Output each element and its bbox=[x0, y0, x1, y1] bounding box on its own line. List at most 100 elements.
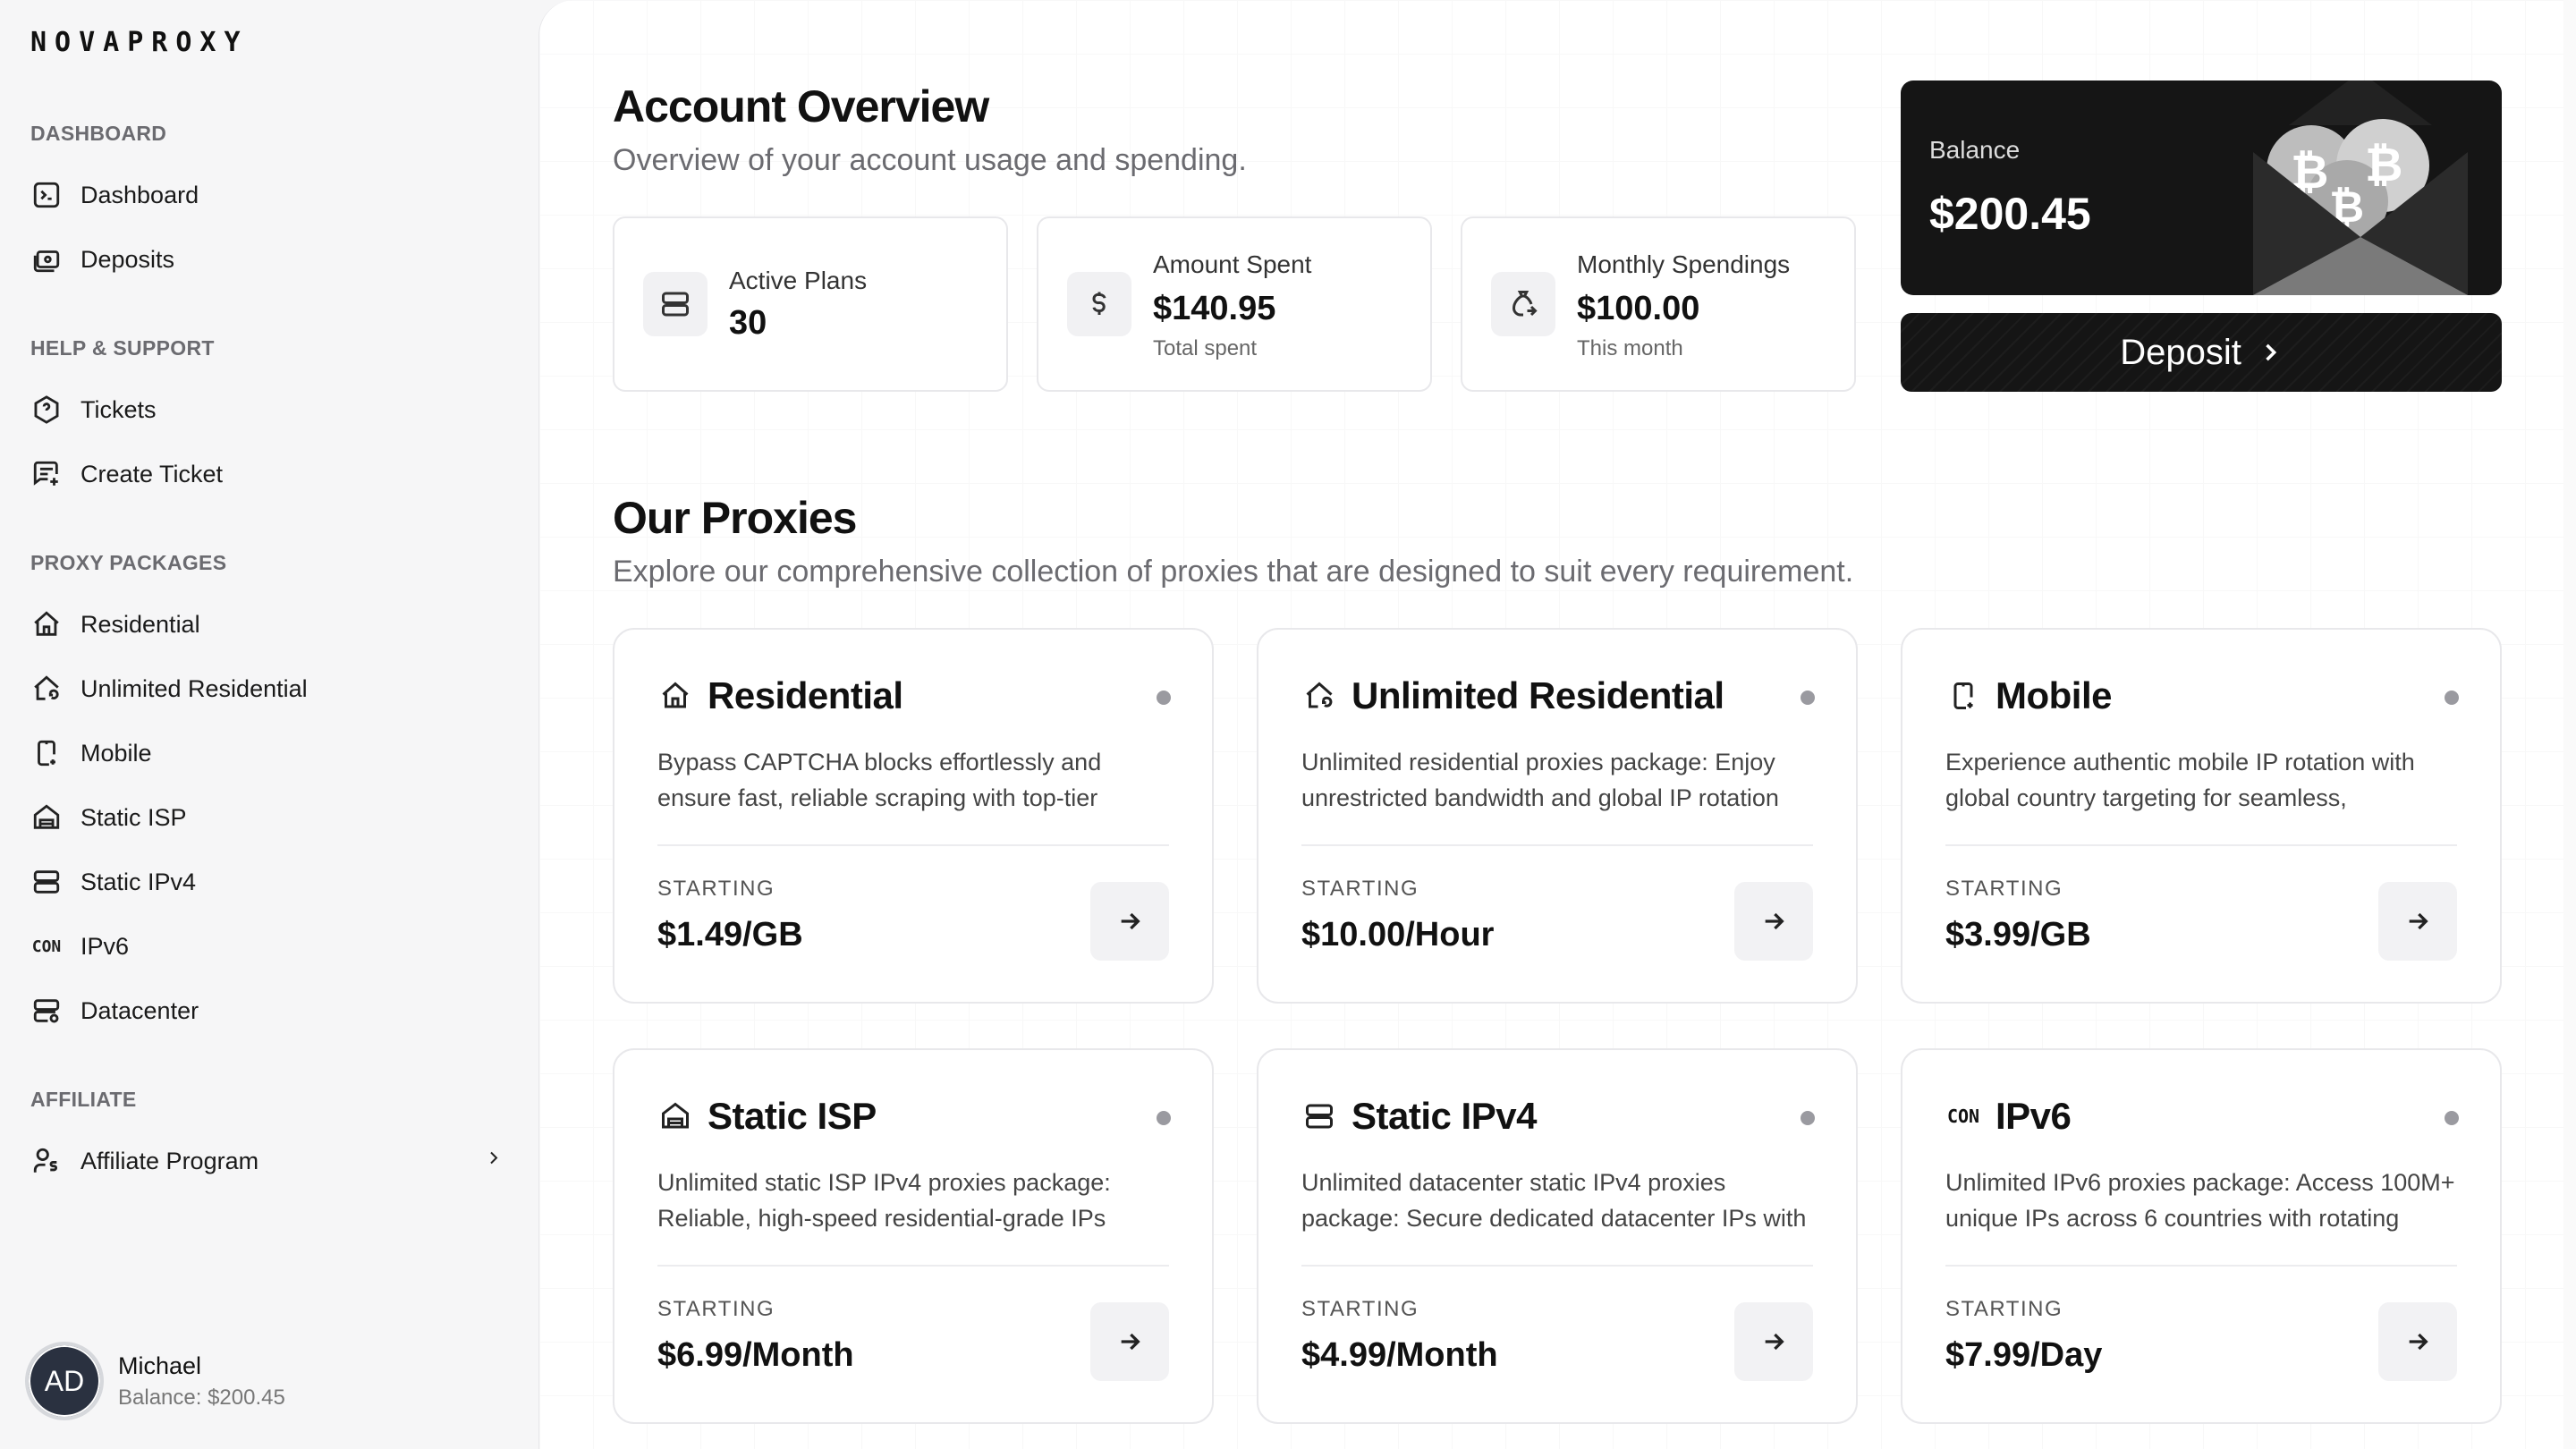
sidebar-item-unlimited-residential[interactable]: Unlimited Residential bbox=[30, 665, 513, 712]
sidebar-item-static-isp[interactable]: Static ISP bbox=[30, 794, 513, 841]
open-card-button[interactable] bbox=[2378, 1302, 2457, 1381]
sidebar-item-dashboard[interactable]: Dashboard bbox=[30, 172, 513, 218]
card-title: Mobile bbox=[1996, 674, 2113, 716]
building-icon bbox=[657, 1098, 693, 1134]
proxies-title: Our Proxies bbox=[613, 493, 857, 543]
svg-text:₿: ₿ bbox=[2365, 139, 2402, 192]
divider bbox=[657, 844, 1169, 846]
sidebar-item-residential[interactable]: Residential bbox=[30, 601, 513, 648]
status-dot bbox=[1801, 1111, 1815, 1125]
stat-label: Amount Spent bbox=[1153, 250, 1312, 278]
proxies-subtitle: Explore our comprehensive collection of … bbox=[613, 555, 1854, 589]
open-card-button[interactable] bbox=[1090, 882, 1169, 961]
proxy-card-static-ipv4[interactable]: Static IPv4 Unlimited datacenter static … bbox=[1257, 1048, 1858, 1424]
avatar[interactable]: AD bbox=[25, 1342, 104, 1420]
card-title: IPv6 bbox=[1996, 1095, 2072, 1137]
open-card-button[interactable] bbox=[2378, 882, 2457, 961]
sidebar-item-label: Unlimited Residential bbox=[80, 674, 308, 702]
mobile-icon bbox=[1945, 678, 1981, 714]
message-plus-icon bbox=[30, 458, 63, 490]
stat-label: Active Plans bbox=[729, 267, 868, 294]
stat-card-active-plans: Active Plans 30 bbox=[613, 216, 1008, 392]
arrow-right-icon bbox=[1765, 912, 1784, 930]
stat-card-monthly-spendings: Monthly Spendings $100.00 This month bbox=[1461, 216, 1856, 392]
user-profile[interactable]: AD Michael Balance: $200.45 bbox=[25, 1342, 285, 1420]
starting-label: STARTING bbox=[1301, 877, 1419, 901]
open-card-button[interactable] bbox=[1734, 1302, 1813, 1381]
server-icon bbox=[30, 866, 63, 898]
sidebar-item-create-ticket[interactable]: Create Ticket bbox=[30, 451, 513, 497]
deposit-button[interactable]: Deposit bbox=[1901, 313, 2502, 392]
chevron-right-icon[interactable] bbox=[483, 1148, 504, 1175]
divider bbox=[1945, 844, 2457, 846]
sidebar-item-label: Mobile bbox=[80, 739, 152, 767]
brand-logo[interactable]: NOVAPROXY bbox=[30, 27, 249, 58]
open-card-button[interactable] bbox=[1090, 1302, 1169, 1381]
user-dollar-icon bbox=[30, 1145, 63, 1177]
user-name: Michael bbox=[118, 1352, 202, 1379]
home-icon bbox=[30, 608, 63, 640]
stat-value: $140.95 bbox=[1153, 290, 1276, 327]
sidebar-item-datacenter[interactable]: Datacenter bbox=[30, 987, 513, 1034]
divider bbox=[1301, 844, 1813, 846]
help-icon bbox=[30, 394, 63, 426]
card-price: $3.99/GB bbox=[1945, 916, 2091, 953]
starting-label: STARTING bbox=[1301, 1297, 1419, 1321]
sidebar-item-label: Static ISP bbox=[80, 803, 187, 831]
page-subtitle: Overview of your account usage and spend… bbox=[613, 143, 1247, 177]
divider bbox=[657, 1265, 1169, 1267]
bitcoin-envelope-illustration: ₿ ₿ ₿ bbox=[2253, 80, 2468, 295]
page-title: Account Overview bbox=[613, 81, 989, 131]
status-dot bbox=[2445, 691, 2459, 705]
proxy-card-residential[interactable]: Residential Bypass CAPTCHA blocks effort… bbox=[613, 628, 1214, 1004]
starting-label: STARTING bbox=[657, 1297, 775, 1321]
stat-note: This month bbox=[1577, 336, 1683, 360]
app: NOVAPROXY DASHBOARD Dashboard Deposits H… bbox=[0, 0, 2576, 1449]
sidebar-item-label: Create Ticket bbox=[80, 460, 224, 487]
proxy-card-mobile[interactable]: Mobile Experience authentic mobile IP ro… bbox=[1901, 628, 2502, 1004]
sidebar-item-tickets[interactable]: Tickets bbox=[30, 386, 513, 433]
section-title-affiliate: AFFILIATE bbox=[30, 1088, 137, 1111]
wallet-icon bbox=[30, 243, 63, 275]
balance-card: Balance $200.45 ₿ ₿ ₿ bbox=[1901, 80, 2502, 295]
terminal-icon bbox=[30, 179, 63, 211]
stat-value: $100.00 bbox=[1577, 290, 1700, 327]
card-price: $6.99/Month bbox=[657, 1336, 854, 1374]
sidebar-item-mobile[interactable]: Mobile bbox=[30, 730, 513, 776]
card-description: Unlimited IPv6 proxies package: Access 1… bbox=[1945, 1169, 2455, 1232]
money-bag-icon bbox=[1491, 272, 1555, 336]
stat-value: 30 bbox=[729, 304, 767, 342]
deposit-button-label: Deposit bbox=[2120, 332, 2241, 372]
scrollbar[interactable] bbox=[2563, 0, 2576, 1449]
stat-label: Monthly Spendings bbox=[1577, 250, 1791, 278]
section-title-help: HELP & SUPPORT bbox=[30, 336, 215, 360]
sidebar-item-deposits[interactable]: Deposits bbox=[30, 236, 513, 283]
proxy-card-unlimited-residential[interactable]: Unlimited Residential Unlimited resident… bbox=[1257, 628, 1858, 1004]
mobile-icon bbox=[30, 737, 63, 769]
sidebar-item-label: Static IPv4 bbox=[80, 868, 197, 895]
home-refresh-icon bbox=[1301, 678, 1337, 714]
section-title-proxy-packages: PROXY PACKAGES bbox=[30, 551, 227, 574]
proxy-card-static-isp[interactable]: Static ISP Unlimited static ISP IPv4 pro… bbox=[613, 1048, 1214, 1424]
status-dot bbox=[1157, 1111, 1171, 1125]
card-price: $4.99/Month bbox=[1301, 1336, 1498, 1374]
arrow-right-icon bbox=[1765, 1333, 1784, 1351]
open-card-button[interactable] bbox=[1734, 882, 1813, 961]
divider bbox=[1301, 1265, 1813, 1267]
starting-label: STARTING bbox=[1945, 877, 2063, 901]
server-icon bbox=[1301, 1098, 1337, 1134]
arrow-right-icon bbox=[1121, 1333, 1140, 1351]
proxy-card-ipv6[interactable]: CON IPv6 Unlimited IPv6 proxies package:… bbox=[1901, 1048, 2502, 1424]
balance-value: $200.45 bbox=[1929, 189, 2091, 239]
sidebar-item-static-ipv4[interactable]: Static IPv4 bbox=[30, 859, 513, 905]
card-description: Unlimited static ISP IPv4 proxies packag… bbox=[657, 1169, 1111, 1232]
status-dot bbox=[1801, 691, 1815, 705]
arrow-right-icon bbox=[1121, 912, 1140, 930]
server-gear-icon bbox=[30, 995, 63, 1027]
sidebar-item-affiliate-program[interactable]: Affiliate Program bbox=[30, 1138, 513, 1184]
sidebar-item-label: Dashboard bbox=[80, 181, 199, 208]
sidebar-item-ipv6[interactable]: CON IPv6 bbox=[30, 923, 513, 970]
card-price: $1.49/GB bbox=[657, 916, 803, 953]
card-price: $7.99/Day bbox=[1945, 1336, 2103, 1374]
card-description: Unlimited residential proxies package: E… bbox=[1301, 749, 1779, 811]
